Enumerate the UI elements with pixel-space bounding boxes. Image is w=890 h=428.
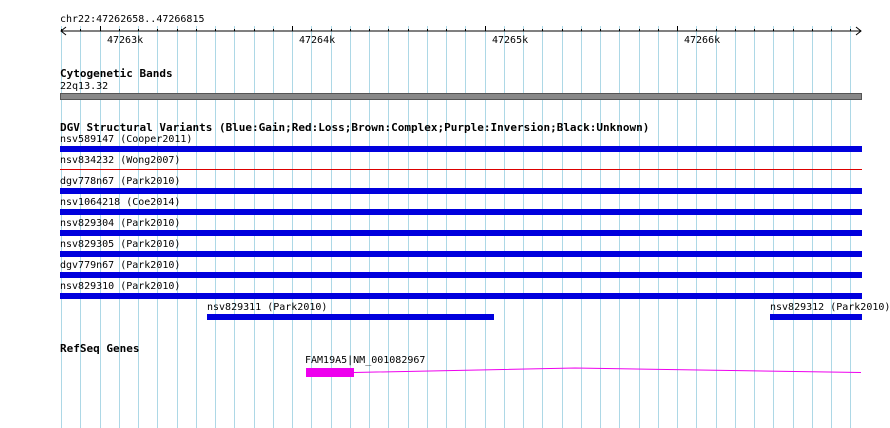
refseq-genes-title: RefSeq Genes: [60, 342, 140, 355]
variant-gain-bar[interactable]: [770, 314, 862, 320]
gene-model[interactable]: [0, 364, 890, 380]
variant-label: nsv834232 (Wong2007): [60, 155, 181, 166]
variant-label: nsv589147 (Cooper2011): [60, 134, 193, 145]
cytoband-label: 22q13.32: [60, 81, 109, 92]
gene-intron: [353, 367, 862, 373]
variant-loss-bar[interactable]: [60, 169, 862, 170]
ruler-tick-label: 47266k: [684, 35, 721, 46]
variant-label: nsv829310 (Park2010): [60, 281, 181, 292]
variant-gain-bar[interactable]: [60, 251, 862, 257]
cytoband-bar[interactable]: [60, 93, 862, 100]
ruler-tick-label: 47263k: [107, 35, 144, 46]
variant-label: nsv829311 (Park2010): [207, 302, 328, 313]
variant-gain-bar[interactable]: [60, 146, 862, 152]
variant-label: dgv778n67 (Park2010): [60, 176, 181, 187]
variant-gain-bar[interactable]: [60, 230, 862, 236]
ruler-tick-label: 47265k: [492, 35, 529, 46]
variant-label: nsv1064218 (Coe2014): [60, 197, 181, 208]
variant-label: nsv829304 (Park2010): [60, 218, 181, 229]
variant-gain-bar[interactable]: [60, 293, 862, 299]
variant-gain-bar[interactable]: [60, 209, 862, 215]
variant-label: nsv829312 (Park2010): [770, 302, 890, 313]
variant-gain-bar[interactable]: [60, 188, 862, 194]
cytogenetic-bands-title: Cytogenetic Bands: [60, 67, 173, 80]
ruler-tick-label: 47264k: [299, 35, 336, 46]
variant-label: dgv779n67 (Park2010): [60, 260, 181, 271]
gene-exon: [306, 368, 354, 377]
dgv-track-title: DGV Structural Variants (Blue:Gain;Red:L…: [60, 121, 650, 134]
variant-label: nsv829305 (Park2010): [60, 239, 181, 250]
variant-gain-bar[interactable]: [207, 314, 494, 320]
variant-gain-bar[interactable]: [60, 272, 862, 278]
